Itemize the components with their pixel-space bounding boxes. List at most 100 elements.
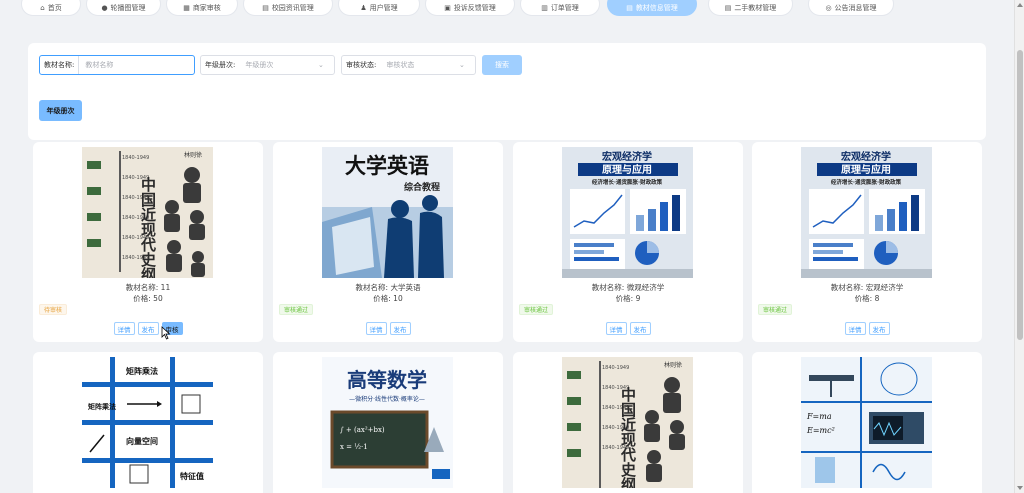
textbook-name-label: 教材名称: — [40, 56, 80, 74]
detail-button[interactable]: 详情 — [605, 322, 627, 335]
textbook-card: 高等数学 —微积分·线性代数·概率论— ∫ + (ax²+bx) x = ½·1 — [273, 352, 503, 493]
cover-history: 1840-1949 1840-1949 1840-1949 1840-1949 184… — [562, 357, 693, 488]
textbook-name-input[interactable]: 教材名称 — [79, 60, 194, 70]
svg-text:向量空间: 向量空间 — [126, 436, 158, 446]
svg-text:E=mc²: E=mc² — [806, 426, 835, 435]
svg-text:1840-1949: 1840-1949 — [602, 365, 629, 371]
chevron-down-icon: ⌄ — [318, 61, 324, 69]
svg-text:林则徐: 林则徐 — [664, 361, 682, 369]
publish-button[interactable]: 发布 — [629, 322, 651, 335]
top-nav: ⌂ 首页 ● 轮播图管理 ▦ 商家审核 ▤ 校园资讯管理 ♟ 用户管理 ▣ 投诉反馈管理 ▥… — [0, 0, 1010, 18]
cover-physics: F=ma E=mc² — [801, 357, 932, 488]
svg-text:经济增长·通货膨胀·财政政策: 经济增长·通货膨胀·财政政策 — [831, 178, 902, 186]
nav-merchant[interactable]: ▦ 商家审核 — [166, 0, 238, 16]
svg-text:特征值: 特征值 — [180, 471, 204, 481]
book-icon: ▤ — [724, 4, 732, 12]
cover-history: 1840-1949 1840-1949 1840-1949 1840-1949 18… — [82, 147, 213, 278]
scroll-down-icon[interactable] — [1017, 486, 1023, 490]
status-badge: 审核通过 — [758, 304, 793, 315]
nav-feedback[interactable]: ▣ 投诉反馈管理 — [425, 0, 515, 16]
textbook-price: 价格: 8 — [854, 294, 880, 303]
status-badge: 审核通过 — [279, 304, 314, 315]
textbook-card: 宏观经济学 原理与应用 经济增长·通货膨胀·财政政策 教材名称: 微观经济学 价… — [513, 142, 743, 342]
svg-text:∫ + (ax²+bx): ∫ + (ax²+bx) — [340, 426, 385, 434]
detail-button[interactable]: 详情 — [113, 322, 135, 335]
home-icon: ⌂ — [40, 4, 45, 12]
cover-economics: 宏观经济学 原理与应用 经济增长·通货膨胀·财政政策 — [801, 147, 932, 278]
nav-notices[interactable]: ◎ 公告消息管理 — [808, 0, 894, 16]
textbook-card: 矩阵乘法 矩阵乘法 向量空间 特征值 — [33, 352, 263, 493]
cover-title: 中国近现代史纲要 — [139, 176, 157, 278]
status-badge: 审核通过 — [519, 304, 554, 315]
search-button[interactable]: 搜索 — [482, 55, 522, 75]
textbook-name: 教材名称: 大学英语 — [355, 283, 421, 292]
publish-button[interactable]: 发布 — [868, 322, 890, 335]
textbook-name: 教材名称: 宏观经济学 — [830, 283, 904, 292]
nav-news[interactable]: ▤ 校园资讯管理 — [243, 0, 333, 16]
feedback-icon: ▣ — [444, 4, 451, 12]
search-panel: 教材名称: 教材名称 年级册次: 年级册次 ⌄ 审核状态: 审核状态 ⌄ 搜索 … — [28, 43, 986, 140]
svg-text:林则徐: 林则徐 — [184, 151, 202, 159]
grade-select-value[interactable]: 年级册次 — [239, 60, 318, 70]
book-icon: ▤ — [626, 4, 633, 12]
svg-text:原理与应用: 原理与应用 — [841, 163, 891, 176]
publish-button[interactable]: 发布 — [137, 322, 159, 335]
card-actions: 详情 发布 — [752, 322, 982, 335]
svg-text:矩阵乘法: 矩阵乘法 — [125, 366, 158, 376]
vertical-scrollbar[interactable] — [1014, 0, 1024, 493]
nav-users[interactable]: ♟ 用户管理 — [338, 0, 420, 16]
user-icon: ♟ — [360, 4, 367, 12]
image-icon: ● — [101, 4, 108, 12]
svg-text:宏观经济学: 宏观经济学 — [602, 150, 652, 163]
status-label: 审核状态: — [346, 61, 377, 69]
bell-icon: ◎ — [825, 4, 832, 12]
detail-button[interactable]: 详情 — [365, 322, 387, 335]
order-icon: ▥ — [541, 4, 548, 12]
card-actions: 详情 发布 审核 — [33, 322, 263, 335]
shop-icon: ▦ — [183, 4, 190, 12]
svg-text:综合教程: 综合教程 — [404, 181, 440, 193]
textbook-card: 大学英语 综合教程 教材名称: 大学英语 价格: 10 审核通过 详情 发布 — [273, 142, 503, 342]
nav-carousel[interactable]: ● 轮播图管理 — [86, 0, 161, 16]
textbook-price: 价格: 9 — [615, 294, 641, 303]
grade-button[interactable]: 年级册次 — [39, 100, 82, 121]
detail-button[interactable]: 详情 — [844, 322, 866, 335]
textbook-name: 教材名称: 11 — [125, 283, 171, 292]
scroll-thumb[interactable] — [1017, 50, 1023, 340]
grade-label: 年级册次: — [205, 61, 236, 69]
status-select-value[interactable]: 审核状态 — [380, 60, 459, 70]
svg-text:F=ma: F=ma — [806, 412, 832, 421]
textbook-price: 价格: 10 — [373, 294, 403, 303]
card-actions: 详情 发布 — [273, 322, 503, 335]
nav-orders[interactable]: ▥ 订单管理 — [520, 0, 600, 16]
textbook-card: 宏观经济学 原理与应用 经济增长·通货膨胀·财政政策 教材名称: 宏观经济学 价… — [752, 142, 982, 342]
svg-text:高等数学: 高等数学 — [347, 368, 427, 392]
textbook-card: F=ma E=mc² — [752, 352, 982, 493]
cover-economics: 宏观经济学 原理与应用 经济增长·通货膨胀·财政政策 — [562, 147, 693, 278]
nav-secondhand[interactable]: ▤ 二手教材管理 — [708, 0, 793, 16]
textbook-price: 价格: 50 — [133, 294, 163, 303]
chevron-down-icon: ⌄ — [459, 61, 465, 69]
card-actions: 详情 发布 — [513, 322, 743, 335]
cover-math: 高等数学 —微积分·线性代数·概率论— ∫ + (ax²+bx) x = ½·1 — [322, 357, 453, 488]
textbook-card: 1840-1949 1840-1949 1840-1949 1840-1949 184… — [513, 352, 743, 493]
cover-english: 大学英语 综合教程 — [322, 147, 453, 278]
svg-text:矩阵乘法: 矩阵乘法 — [88, 402, 116, 411]
publish-button[interactable]: 发布 — [389, 322, 411, 335]
cover-matrix: 矩阵乘法 矩阵乘法 向量空间 特征值 — [82, 357, 213, 488]
svg-text:—微积分·线性代数·概率论—: —微积分·线性代数·概率论— — [349, 395, 425, 403]
status-select[interactable]: 审核状态: 审核状态 ⌄ — [341, 55, 476, 75]
svg-text:大学英语: 大学英语 — [345, 154, 429, 178]
textbook-name-field[interactable]: 教材名称: 教材名称 — [39, 55, 195, 75]
grade-select[interactable]: 年级册次: 年级册次 ⌄ — [200, 55, 335, 75]
nav-home[interactable]: ⌂ 首页 — [21, 0, 81, 16]
svg-text:中国近现代史纲要: 中国近现代史纲要 — [619, 386, 637, 488]
svg-text:原理与应用: 原理与应用 — [602, 163, 652, 176]
mouse-cursor-icon — [161, 326, 171, 340]
textbook-card: 1840-1949 1840-1949 1840-1949 1840-1949 18… — [33, 142, 263, 342]
scroll-up-icon[interactable] — [1017, 3, 1023, 7]
nav-textbooks[interactable]: ▤ 教材信息管理 — [607, 0, 697, 16]
svg-text:x = ½·1: x = ½·1 — [340, 443, 368, 451]
news-icon: ▤ — [262, 4, 269, 12]
svg-text:1840-1949: 1840-1949 — [122, 155, 149, 161]
